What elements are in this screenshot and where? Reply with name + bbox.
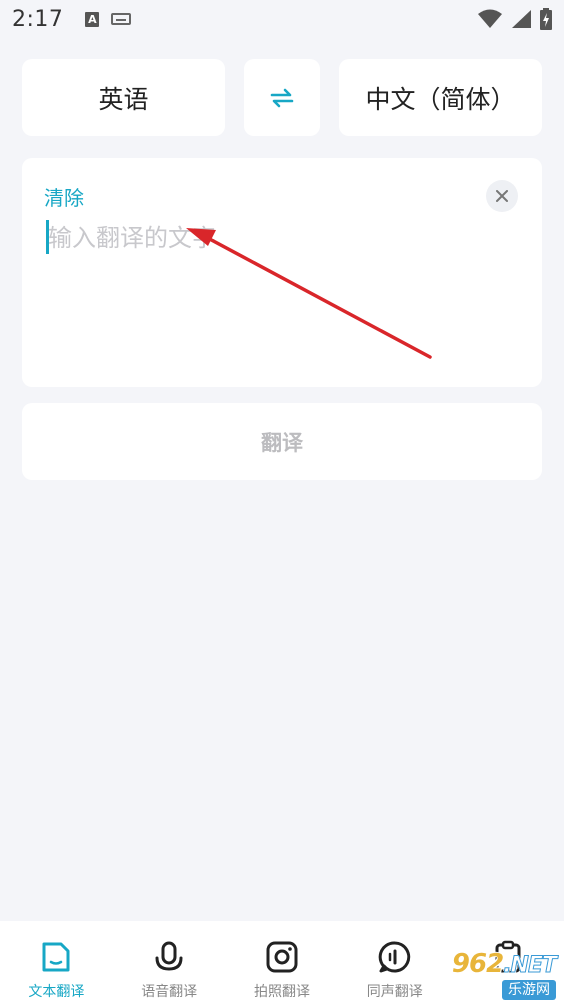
status-time: 2:17	[12, 6, 64, 32]
watermark: 962.NET 乐游网	[428, 950, 564, 1004]
a-badge-icon: A	[85, 11, 100, 27]
target-language-button[interactable]: 中文（简体）	[339, 59, 542, 136]
nav-label: 拍照翻译	[253, 984, 310, 1000]
input-card: 清除	[22, 158, 542, 387]
translate-button[interactable]: 翻译	[22, 403, 542, 480]
close-button[interactable]	[486, 180, 518, 212]
microphone-icon	[149, 937, 189, 977]
source-language-button[interactable]: 英语	[22, 59, 225, 136]
target-language-label: 中文（简体）	[365, 84, 516, 114]
translate-text-input[interactable]	[46, 218, 486, 258]
simultaneous-icon	[375, 937, 415, 977]
nav-label: 文本翻译	[28, 984, 85, 1000]
nav-label: 语音翻译	[141, 984, 198, 1000]
source-language-label: 英语	[98, 84, 149, 114]
nav-item-text-translate[interactable]: 文本翻译	[0, 921, 113, 1004]
wifi-icon	[478, 9, 502, 28]
document-icon	[36, 937, 76, 977]
battery-icon	[540, 8, 552, 30]
annotation-arrow	[186, 228, 432, 359]
nav-label: 同声翻译	[366, 984, 423, 1000]
clear-button[interactable]: 清除	[44, 182, 84, 211]
nav-item-photo-translate[interactable]: 拍照翻译	[226, 921, 339, 1004]
keyboard-icon	[111, 13, 132, 25]
translate-button-label: 翻译	[261, 430, 303, 455]
close-icon	[496, 190, 508, 202]
status-bar: 2:17 A	[0, 0, 564, 38]
watermark-brand: 962.NET	[451, 949, 558, 979]
swap-languages-button[interactable]	[244, 59, 320, 136]
signal-icon	[512, 10, 531, 28]
swap-arrows-icon	[270, 88, 294, 107]
watermark-subtitle: 乐游网	[502, 980, 556, 1000]
system-tray	[478, 8, 552, 30]
camera-icon	[262, 937, 302, 977]
nav-item-voice-translate[interactable]: 语音翻译	[113, 921, 226, 1004]
